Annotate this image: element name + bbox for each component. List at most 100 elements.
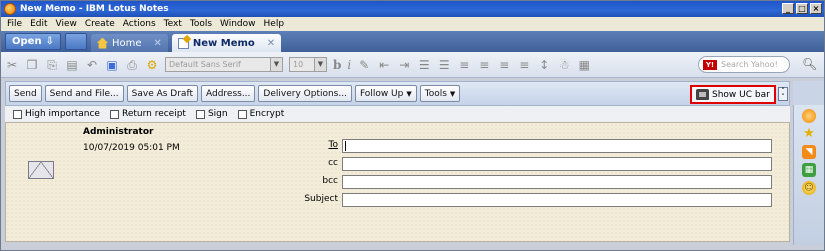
window-title: New Memo - IBM Lotus Notes [20,4,169,14]
checkbox-box[interactable] [237,109,247,119]
yahoo-logo-icon: Y! [703,59,717,70]
checkbox-box[interactable] [13,109,22,119]
menu-edit[interactable]: Edit [26,19,51,29]
bulleted-list-icon[interactable]: ☰ [417,58,431,72]
title-bar: New Memo - IBM Lotus Notes _ □ × [1,1,824,17]
cut-icon[interactable]: ✂ [5,58,19,72]
delivery-options-button[interactable]: Delivery Options... [258,85,352,102]
menu-tools[interactable]: Tools [186,19,216,29]
copy-icon[interactable]: ❐ [25,58,39,72]
open-button[interactable]: Open ⇩ [5,33,61,50]
to-field[interactable] [342,139,772,153]
send-and-file-button[interactable]: Send and File... [44,85,124,102]
spacing-icon[interactable]: ↕ [537,58,551,72]
numbered-list-icon[interactable]: ☰ [437,58,451,72]
align-justify-icon[interactable]: ≡ [517,58,531,72]
calendar-icon[interactable]: ▦ [802,163,816,177]
undo-icon[interactable]: ↶ [85,58,99,72]
save-as-draft-button[interactable]: Save As Draft [126,85,198,102]
text-style-icon[interactable]: ☃ [557,58,571,72]
save-icon[interactable]: ▣ [105,58,119,72]
paste-icon[interactable]: ⎘ [45,58,59,72]
indent-icon[interactable]: ⇥ [397,58,411,72]
menu-file[interactable]: File [3,19,26,29]
highlight-icon[interactable]: ✎ [357,58,371,72]
bcc-field[interactable] [342,175,772,189]
envelope-icon [28,161,54,179]
menu-bar: File Edit View Create Actions Text Tools… [1,17,824,31]
send-button[interactable]: Send [9,85,42,102]
favorites-star-icon[interactable]: ★ [802,127,816,141]
subject-field[interactable] [342,193,772,207]
checkbox-box[interactable] [109,109,119,119]
collapse-header-icon[interactable]: ˄ ˄ [778,87,788,101]
text-cursor [345,141,346,151]
tab-home-label: Home [111,37,142,49]
outdent-icon[interactable]: ⇤ [377,58,391,72]
menu-create[interactable]: Create [81,19,119,29]
close-tab-icon[interactable]: ✕ [267,38,275,49]
font-name-select[interactable]: Default Sans Serif ▼ [165,57,283,72]
sidebar-shelf: ★ ◥ ▦ ☺ [793,105,824,245]
sign-checkbox[interactable]: Sign [195,109,228,119]
search-placeholder: Search Yahoo! [721,60,778,69]
menu-help[interactable]: Help [260,19,289,29]
sametime-contacts-icon[interactable]: ☺ [802,181,816,195]
encrypt-checkbox[interactable]: Encrypt [237,109,285,119]
return-receipt-checkbox[interactable]: Return receipt [109,109,186,119]
bold-button[interactable]: b [333,58,341,72]
paste-special-icon[interactable]: ▤ [65,58,79,72]
feeds-rss-icon[interactable]: ◥ [802,145,816,159]
side-shelf-header [793,81,824,105]
maximize-button[interactable]: □ [796,3,808,14]
follow-up-button[interactable]: Follow Up ▼ [354,85,417,102]
close-window-button[interactable]: × [810,3,822,14]
cc-label: cc [328,158,338,168]
high-importance-checkbox[interactable]: High importance [13,109,100,119]
minimize-button[interactable]: _ [782,3,794,14]
chevron-down-icon: ▼ [406,89,412,98]
chevron-down-icon: ▼ [449,89,456,98]
italic-button[interactable]: i [347,58,351,72]
encrypt-label: Encrypt [249,109,285,119]
menu-text[interactable]: Text [160,19,186,29]
sign-label: Sign [207,109,228,119]
tools-button[interactable]: Tools ▼ [419,85,461,102]
align-left-icon[interactable]: ≡ [457,58,471,72]
font-name-value: Default Sans Serif [169,60,241,69]
show-uc-bar-button[interactable]: Show UC bar [690,85,776,104]
cc-field[interactable] [342,157,772,171]
show-windows-button[interactable] [64,33,87,50]
print-icon[interactable]: ⎙ [125,58,139,72]
checkbox-box[interactable] [195,109,205,119]
chevron-down-icon: ▼ [270,58,282,71]
memo-icon [177,37,189,49]
display-settings-icon[interactable]: ⚙ [145,58,159,72]
memo-header: Administrator 10/07/2019 05:01 PM To cc … [5,122,790,242]
lotus-notes-app-icon [4,3,16,15]
phone-icon [696,89,709,100]
formatting-toolbar: ✂ ❐ ⎘ ▤ ↶ ▣ ⎙ ⚙ Default Sans Serif ▼ 10 … [1,52,824,78]
tab-new-memo[interactable]: New Memo ✕ [171,34,282,52]
search-icon[interactable]: 🔍︎ [802,57,818,73]
align-right-icon[interactable]: ≡ [497,58,511,72]
subject-label: Subject [304,194,338,204]
to-label[interactable]: To [236,140,338,150]
address-button[interactable]: Address... [200,85,256,102]
sender-name: Administrator [83,127,154,137]
search-input[interactable]: Y! Search Yahoo! [698,56,790,73]
font-size-select[interactable]: 10 ▼ [289,57,327,72]
align-center-icon[interactable]: ≡ [477,58,491,72]
close-tab-icon[interactable]: ✕ [153,38,161,49]
menu-actions[interactable]: Actions [119,19,160,29]
day-at-a-glance-icon[interactable] [802,109,816,123]
tab-new-memo-label: New Memo [192,37,255,49]
open-arrow-icon: ⇩ [45,36,54,47]
sent-date: 10/07/2019 05:01 PM [83,143,180,153]
menu-view[interactable]: View [52,19,81,29]
tab-bar: Open ⇩ Home ✕ New Memo ✕ [1,31,824,52]
tab-home[interactable]: Home ✕ [90,34,168,52]
table-icon[interactable]: ▦ [577,58,591,72]
menu-window[interactable]: Window [216,19,260,29]
delivery-options-row: High importance Return receipt Sign Encr… [5,106,790,122]
